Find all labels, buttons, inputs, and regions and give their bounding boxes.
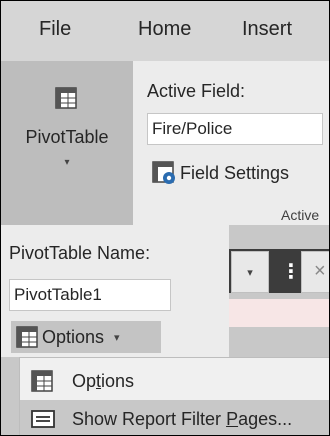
menu-item-show-report-filter-pages[interactable]: Show Report Filter Pages... — [20, 400, 329, 435]
ribbon-body: PivotTable ▾ Active Field: Fire/Police F… — [1, 61, 329, 225]
app-window: File Home Insert PivotTable ▾ Active Fie… — [0, 0, 330, 436]
pivottable-name-input[interactable]: PivotTable1 — [9, 279, 171, 311]
options-button[interactable]: Options ▾ — [11, 321, 161, 353]
tab-file[interactable]: File — [39, 18, 71, 41]
field-settings-icon — [152, 161, 175, 184]
options-dropdown-menu: Options Show Report Filter Pages... — [19, 357, 329, 435]
active-group-label: Active — [281, 207, 320, 223]
pivot-table-icon — [55, 87, 77, 109]
tab-insert[interactable]: Insert — [242, 18, 292, 41]
pivottable-name-label: PivotTable Name: — [9, 243, 151, 263]
chevron-down-icon: ▾ — [247, 266, 253, 279]
options-icon — [16, 326, 38, 348]
dropdown-button[interactable]: ▾ — [231, 251, 269, 293]
menu-item-label: Options — [72, 370, 135, 391]
field-settings-label: Field Settings — [180, 162, 290, 183]
pivottable-label: PivotTable — [25, 127, 109, 147]
report-filter-icon — [31, 410, 55, 428]
active-field-input[interactable]: Fire/Police — [147, 113, 323, 145]
field-settings-button[interactable]: Field Settings — [151, 159, 289, 187]
tab-home[interactable]: Home — [138, 18, 191, 41]
more-options-icon[interactable]: ⋮ — [281, 259, 301, 284]
chevron-down-icon: ▾ — [114, 331, 120, 344]
active-field-label: Active Field: — [147, 81, 246, 101]
pivottable-name-panel: PivotTable Name: PivotTable1 Options ▾ — [1, 225, 229, 357]
sheet-cell — [229, 299, 329, 327]
menu-item-label: Show Report Filter Pages... — [72, 408, 293, 429]
chevron-down-icon: ▾ — [64, 157, 70, 168]
options-label: Options — [42, 326, 105, 347]
close-icon[interactable]: × — [301, 251, 329, 293]
options-icon — [31, 370, 53, 392]
pivottable-button[interactable]: PivotTable ▾ — [1, 61, 133, 225]
menu-item-options[interactable]: Options — [20, 362, 329, 400]
ribbon-tab-bar: File Home Insert — [1, 1, 329, 61]
